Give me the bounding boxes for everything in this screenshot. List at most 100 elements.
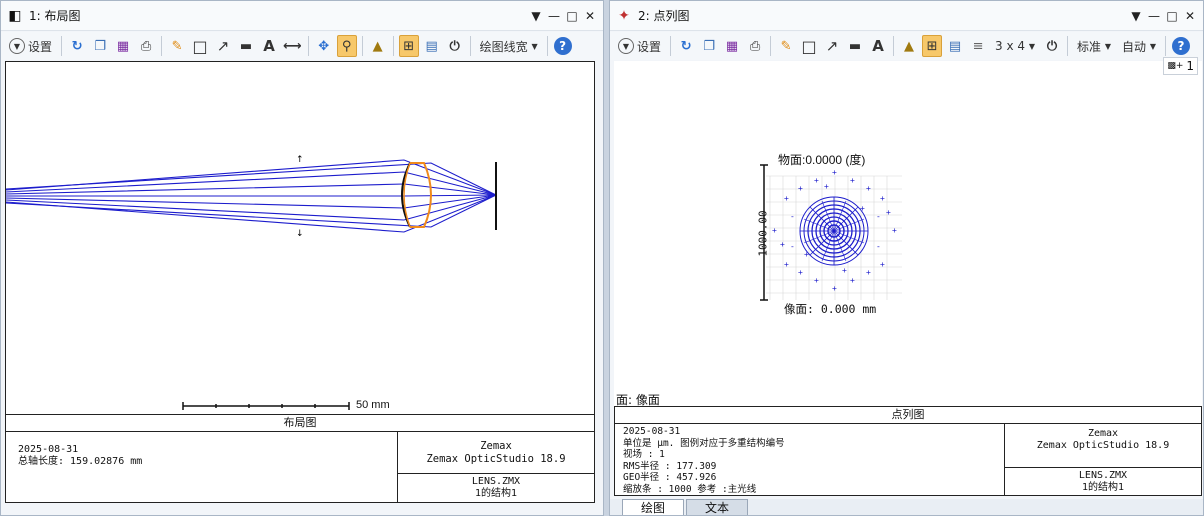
lock-icon: ▲ [904, 38, 915, 54]
spot-titlebar[interactable]: ✦ 2: 点列图 ▼ — □ ✕ [610, 1, 1203, 31]
toolbar-divider [670, 36, 672, 56]
text-tool-button[interactable]: A [868, 35, 888, 57]
rectangle-tool-button[interactable]: □ [799, 35, 819, 57]
window-menu-chevron-icon[interactable]: ▼ [527, 9, 545, 23]
lock-icon: ▲ [372, 38, 383, 54]
footer-field: 视场 : 1 [623, 449, 665, 460]
toolbar-divider [361, 36, 363, 56]
ray-bundle [5, 159, 497, 233]
layout-titlebar[interactable]: ◧ 1: 布局图 ▼ — □ ✕ [1, 1, 603, 31]
footer-date: 2025-08-31 [18, 444, 79, 455]
standard-dropdown[interactable]: 标准 ▼ [1073, 35, 1115, 57]
footer-company-block: Zemax Zemax OpticStudio 18.9 [1005, 424, 1201, 468]
refresh-button[interactable]: ↻ [67, 35, 87, 57]
power-button[interactable]: ⏻ [1042, 35, 1062, 57]
arrow-tool-button[interactable]: ↗ [822, 35, 842, 57]
footer-title: 点列图 [615, 407, 1201, 424]
tab-text[interactable]: 文本 [686, 499, 749, 515]
caret-down-icon: ▼ [1149, 41, 1156, 51]
text-icon: A [263, 37, 275, 55]
footer-product: Zemax OpticStudio 18.9 [1036, 440, 1170, 451]
window-menu-chevron-icon[interactable]: ▼ [1127, 9, 1145, 23]
dimension-tool-button[interactable]: ⟷ [282, 35, 303, 57]
layout-window: ◧ 1: 布局图 ▼ — □ ✕ ▼ 设置 ↻ ❐ ▦ ⎙ ✎ □ ↗ ▬ A ⟷… [0, 0, 604, 516]
help-button[interactable]: ? [553, 35, 573, 57]
spot-window-icon: ✦ [618, 7, 630, 24]
svg-text:+: + [804, 250, 809, 259]
svg-text:+: + [814, 176, 819, 185]
footer-total-length: 总轴长度: 159.02876 mm [18, 456, 143, 467]
settings-button[interactable]: ▼ 设置 [614, 35, 665, 57]
footer-date: 2025-08-31 [623, 426, 681, 437]
grid-icon: ⊞ [403, 38, 415, 54]
tab-plot[interactable]: 绘图 [622, 499, 685, 515]
help-icon: ? [1172, 37, 1190, 55]
layers-icon: ≡ [972, 38, 984, 54]
power-icon: ⏻ [1046, 38, 1058, 54]
scale-bar-label: 50 mm [356, 399, 390, 411]
spot-plot-area[interactable]: ▩+ 1 + + + + + + + + + + + + + + + + - -… [614, 57, 1202, 406]
maximize-button[interactable]: □ [1163, 9, 1181, 23]
save-button[interactable]: ▦ [113, 35, 133, 57]
print-button[interactable]: ⎙ [136, 35, 156, 57]
window-layout-button[interactable]: ▤ [945, 35, 965, 57]
layout-plot-area[interactable]: ↑ ↓ 50 mm [5, 61, 595, 415]
save-button[interactable]: ▦ [722, 35, 742, 57]
layout-grid-button[interactable]: ⊞ [922, 35, 943, 57]
arrow-tool-button[interactable]: ↗ [213, 35, 233, 57]
lock-button[interactable]: ▲ [899, 35, 919, 57]
minimize-button[interactable]: — [1145, 9, 1163, 23]
save-icon: ▦ [116, 38, 130, 54]
svg-text:+: + [832, 168, 837, 177]
svg-text:+: + [832, 284, 837, 293]
line-tool-button[interactable]: ▬ [236, 35, 256, 57]
line-width-dropdown[interactable]: 绘图线宽 ▼ [476, 35, 542, 57]
svg-text:+: + [784, 194, 789, 203]
svg-text:+: + [886, 208, 891, 217]
power-button[interactable]: ⏻ [445, 35, 465, 57]
configuration-badge[interactable]: ▩+ 1 [1163, 57, 1198, 75]
svg-text:-: - [876, 242, 881, 251]
footer-company: Zemax [480, 440, 512, 452]
pencil-tool-button[interactable]: ✎ [167, 35, 187, 57]
refresh-icon: ↻ [680, 38, 692, 54]
copy-button[interactable]: ❐ [90, 35, 110, 57]
svg-text:+: + [780, 240, 785, 249]
rectangle-icon: □ [192, 36, 208, 56]
rectangle-tool-button[interactable]: □ [190, 35, 210, 57]
close-button[interactable]: ✕ [581, 9, 599, 23]
svg-text:-: - [876, 212, 881, 221]
dimension-icon: ⟷ [283, 38, 302, 54]
zoom-button[interactable]: ⚲ [336, 35, 357, 57]
print-icon: ⎙ [140, 38, 152, 54]
auto-dropdown[interactable]: 自动 ▼ [1118, 35, 1160, 57]
text-tool-button[interactable]: A [259, 35, 279, 57]
footer-geo: GEO半径 : 457.926 [623, 472, 717, 483]
settings-button[interactable]: ▼ 设置 [5, 35, 56, 57]
maximize-button[interactable]: □ [563, 9, 581, 23]
caret-down-icon: ▼ [1104, 41, 1111, 51]
footer-scale: 缩放条 : 1000 参考 :主光线 [623, 483, 757, 495]
layout-grid-button[interactable]: ⊞ [398, 35, 419, 57]
spot-footer: 点列图 2025-08-31 单位是 μm. 图例对应于多重结构编号 视场 : … [614, 406, 1202, 496]
help-button[interactable]: ? [1171, 35, 1191, 57]
pencil-icon: ✎ [171, 38, 183, 54]
line-tool-button[interactable]: ▬ [845, 35, 865, 57]
layers-button[interactable]: ≡ [968, 35, 988, 57]
window-layout-button[interactable]: ▤ [422, 35, 442, 57]
refresh-button[interactable]: ↻ [676, 35, 696, 57]
spot-diagram-window: ✦ 2: 点列图 ▼ — □ ✕ ▼ 设置 ↻ ❐ ▦ ⎙ ✎ □ ↗ ▬ A ▲… [609, 0, 1204, 516]
minimize-button[interactable]: — [545, 9, 563, 23]
view-tabs: 绘图 文本 [610, 499, 1203, 515]
pan-button[interactable]: ✥ [314, 35, 334, 57]
layout-window-title: 1: 布局图 [29, 9, 81, 23]
copy-button[interactable]: ❐ [699, 35, 719, 57]
lock-button[interactable]: ▲ [368, 35, 388, 57]
print-button[interactable]: ⎙ [745, 35, 765, 57]
grid-size-dropdown[interactable]: 3 x 4 ▼ [991, 35, 1039, 57]
pencil-tool-button[interactable]: ✎ [776, 35, 796, 57]
svg-text:+: + [880, 260, 885, 269]
close-button[interactable]: ✕ [1181, 9, 1199, 23]
spot-rays [799, 196, 869, 266]
config-legend-icon: ▩+ [1167, 61, 1184, 71]
